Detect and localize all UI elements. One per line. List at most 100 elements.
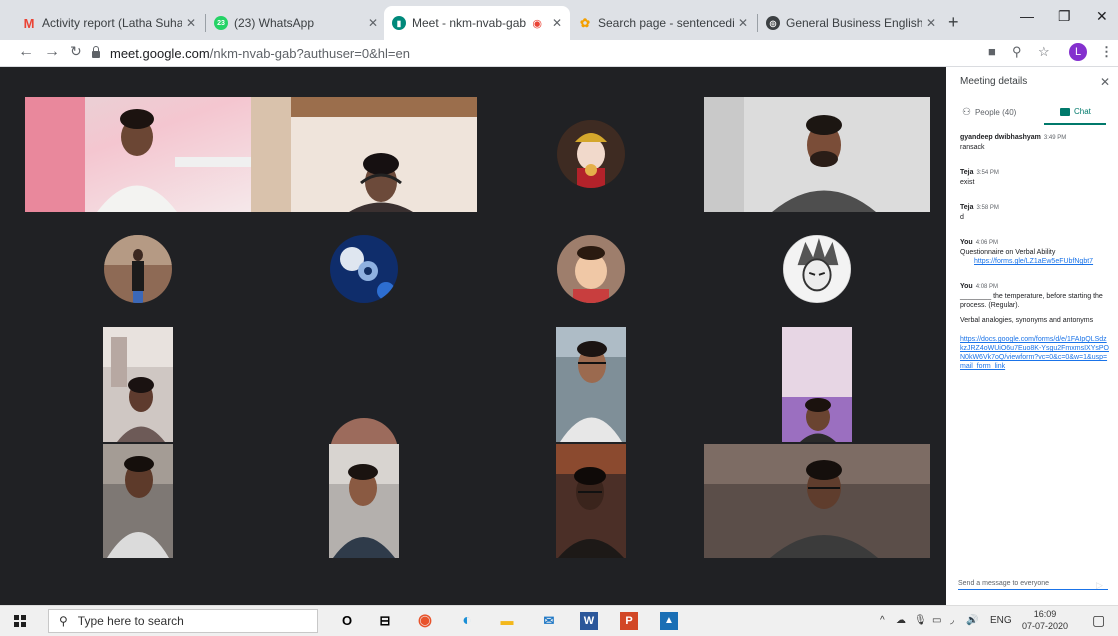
message-time: 4:06 PM [975, 240, 999, 246]
chat-message: Teja 3:58 PM d [960, 203, 1110, 222]
windows-start-icon[interactable] [14, 615, 26, 627]
close-icon[interactable]: ✕ [368, 16, 378, 30]
close-window-button[interactable]: ✕ [1096, 8, 1108, 25]
close-icon[interactable]: ✕ [738, 16, 748, 30]
participant-avatar[interactable] [104, 235, 172, 303]
panel-title: Meeting details [960, 76, 1028, 87]
battery-icon[interactable]: ▭ [932, 615, 941, 626]
sentencedict-icon: ✿ [579, 16, 591, 30]
notifications-icon[interactable]: ▢ [1092, 612, 1105, 629]
participant-video [103, 444, 173, 558]
reload-button[interactable]: ↻ [70, 43, 82, 60]
chat-message-input[interactable]: Send a message to everyone [958, 580, 1108, 590]
tab-whatsapp[interactable]: 23 (23) WhatsApp ✕ [206, 6, 386, 40]
restore-button[interactable]: ❐ [1058, 8, 1071, 25]
participant-video [25, 97, 251, 212]
tab-title: (23) WhatsApp [234, 16, 315, 30]
message-time: 3:54 PM [976, 170, 999, 176]
tab-title: Activity report (Latha Suhasini [42, 16, 182, 30]
message-text: exist [960, 179, 975, 186]
clock-time: 16:09 [1033, 609, 1057, 619]
message-sender: You [960, 239, 973, 246]
taskbar-search-input[interactable]: ⚲ Type here to search [48, 609, 318, 633]
participant-avatar[interactable] [783, 235, 851, 303]
message-link[interactable]: https://forms.gle/LZ1aEw5eFUbfNgbt7 [974, 258, 1093, 265]
participant-video-tile[interactable] [556, 327, 626, 442]
tab-title: General Business English Term [786, 16, 922, 30]
participant-video-tile[interactable] [103, 444, 173, 558]
forward-button[interactable]: → [44, 43, 60, 61]
tab-business-english[interactable]: ◎ General Business English Term ✕ [758, 6, 944, 40]
microphone-icon[interactable]: 🎙 [914, 615, 927, 626]
browser-toolbar: ← → ↻ meet.google.com/nkm-nvab-gab?authu… [0, 40, 1118, 67]
tab-sentencedict[interactable]: ✿ Search page - sentencedict.co ✕ [570, 6, 756, 40]
url-host: meet.google.com [110, 45, 210, 61]
tab-title: Search page - sentencedict.co [598, 16, 734, 30]
photos-icon[interactable]: ▲ [660, 612, 678, 630]
participant-video-tile[interactable] [25, 97, 251, 212]
message-text: Questionnaire on Verbal Ability [960, 249, 1056, 256]
tab-gmail[interactable]: M Activity report (Latha Suhasini ✕ [14, 6, 204, 40]
zoom-icon[interactable]: ⚲ [1012, 44, 1022, 60]
participant-video-tile[interactable] [704, 444, 930, 558]
address-bar[interactable]: meet.google.com/nkm-nvab-gab?authuser=0&… [92, 41, 962, 65]
close-icon[interactable]: ✕ [186, 16, 196, 30]
new-tab-button[interactable]: + [948, 12, 959, 33]
participant-avatar[interactable] [557, 235, 625, 303]
participant-video-tile[interactable] [251, 97, 477, 212]
participant-video-tile[interactable] [782, 327, 852, 442]
message-link[interactable]: https://docs.google.com/forms/d/e/1FAIpQ… [960, 335, 1110, 371]
close-icon[interactable]: ✕ [926, 16, 936, 30]
participant-avatar[interactable] [557, 120, 625, 188]
gmail-icon: M [23, 15, 35, 31]
word-icon[interactable]: W [580, 612, 598, 630]
tray-chevron-icon[interactable]: ^ [880, 615, 885, 626]
participant-photo [557, 120, 625, 188]
cortana-icon[interactable]: O [338, 612, 356, 630]
message-text: d [960, 214, 964, 221]
tab-meet[interactable]: ▮ Meet - nkm-nvab-gab ◉ ✕ [384, 6, 570, 40]
chat-message: You 4:06 PM Questionnaire on Verbal Abili… [960, 238, 1110, 266]
message-text: ransack [960, 144, 985, 151]
meet-icon: ▮ [392, 16, 406, 30]
tab-people[interactable]: ⚇ People (40) [962, 107, 1016, 118]
participant-video-tile[interactable] [704, 97, 930, 212]
windows-taskbar: ⚲ Type here to search O ⊟ ◉ ◐ ▬ ✉ W P ▲ … [0, 605, 1118, 636]
task-view-icon[interactable]: ⊟ [376, 612, 394, 630]
system-clock[interactable]: 16:09 07-07-2020 [1022, 608, 1068, 632]
edge-icon[interactable]: ◐ [458, 612, 476, 630]
whatsapp-icon: 23 [214, 16, 228, 30]
chrome-icon[interactable]: ◉ [416, 612, 434, 630]
tab-chat[interactable]: Chat [1060, 107, 1091, 116]
bookmark-star-icon[interactable]: ☆ [1038, 44, 1050, 60]
participant-video-tile[interactable] [329, 444, 399, 558]
participant-photo [557, 235, 625, 303]
onedrive-icon[interactable]: ☁ [896, 615, 906, 626]
volume-icon[interactable]: 🔊 [966, 615, 978, 626]
participant-video [329, 444, 399, 558]
people-icon: ⚇ [962, 107, 971, 118]
participant-photo [784, 236, 850, 302]
language-indicator[interactable]: ENG [990, 615, 1012, 626]
participant-video-tile[interactable] [556, 444, 626, 558]
message-time: 3:49 PM [1043, 135, 1067, 141]
menu-kebab-icon[interactable]: ⋮ [1100, 44, 1113, 60]
close-icon[interactable]: ✕ [552, 16, 562, 30]
camera-icon[interactable]: ■ [988, 44, 996, 59]
participant-avatar[interactable] [330, 235, 398, 303]
file-explorer-icon[interactable]: ▬ [498, 612, 516, 630]
participant-photo [104, 235, 172, 303]
wifi-icon[interactable]: ◞ [950, 615, 954, 626]
send-icon[interactable]: ▷ [1096, 580, 1103, 591]
mail-icon[interactable]: ✉ [540, 612, 558, 630]
meeting-details-panel: Meeting details ✕ ⚇ People (40) Chat gya… [946, 67, 1118, 605]
close-icon[interactable]: ✕ [1100, 75, 1110, 89]
tab-title: Meet - nkm-nvab-gab [412, 16, 527, 30]
chat-icon [1060, 107, 1070, 116]
participant-video-tile[interactable] [103, 327, 173, 442]
powerpoint-icon[interactable]: P [620, 612, 638, 630]
minimize-button[interactable]: — [1020, 8, 1034, 24]
profile-avatar[interactable]: L [1069, 43, 1087, 61]
back-button[interactable]: ← [18, 43, 34, 61]
message-time: 4:08 PM [975, 284, 999, 290]
